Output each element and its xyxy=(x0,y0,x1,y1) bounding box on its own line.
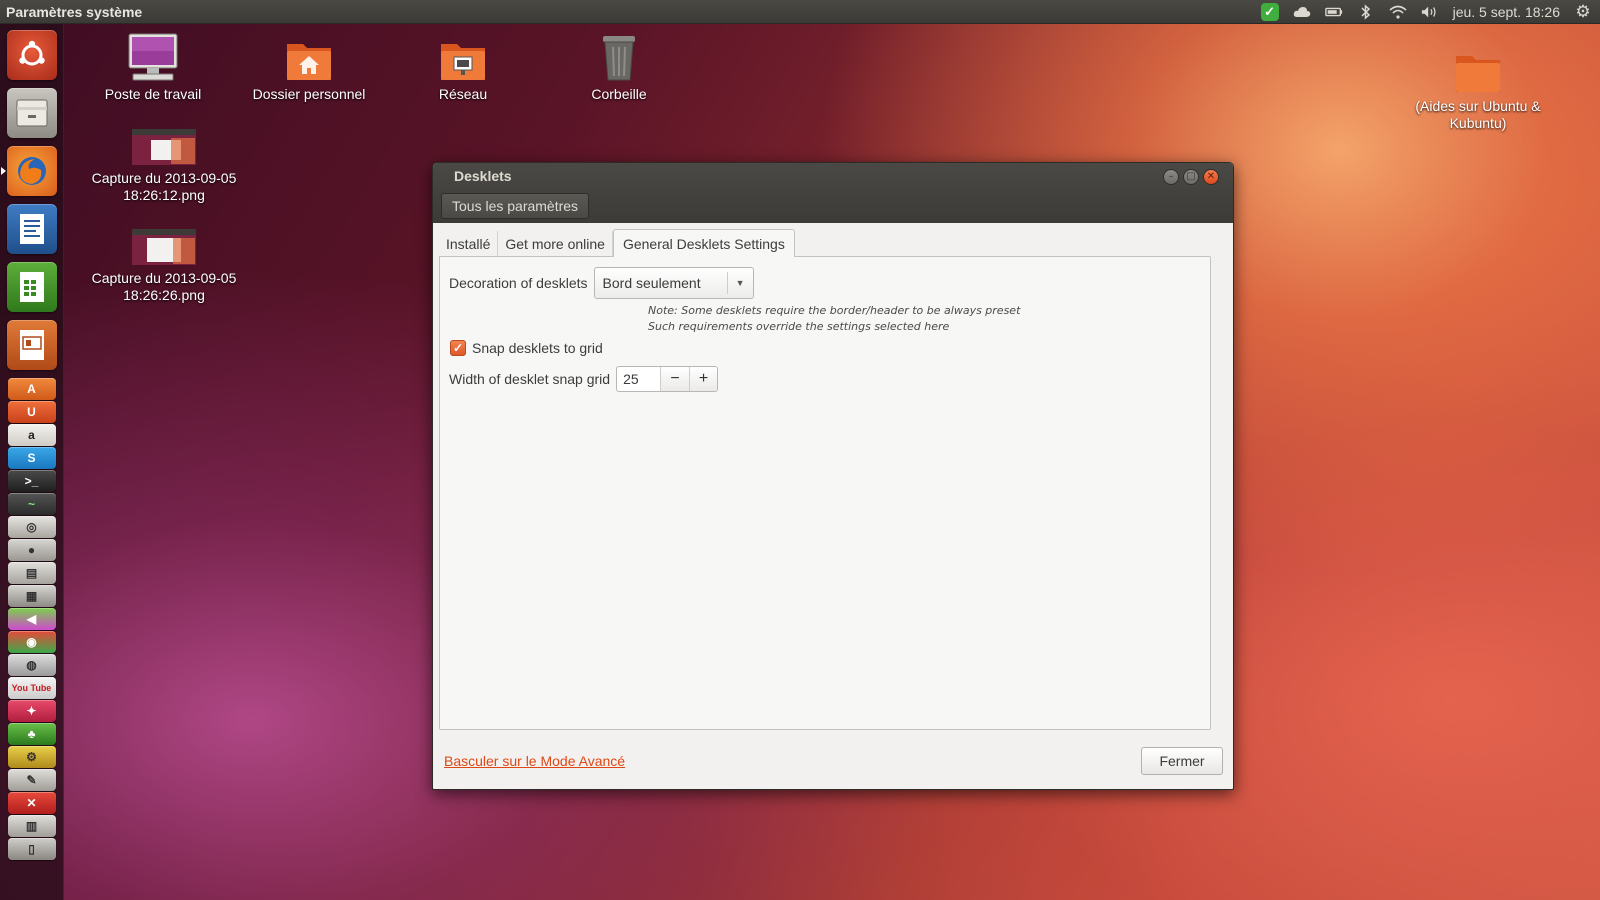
amazon-icon[interactable]: a xyxy=(7,424,56,446)
image-file-icon xyxy=(132,129,196,165)
disc-icon[interactable]: ◎ xyxy=(7,516,56,538)
firefox-icon[interactable] xyxy=(0,146,57,196)
gift-icon[interactable]: ✦ xyxy=(7,700,56,722)
snap-checkbox[interactable]: ✓ xyxy=(450,340,466,356)
file-manager-icon[interactable] xyxy=(6,88,57,138)
tab-general-settings[interactable]: General Desklets Settings xyxy=(612,229,795,257)
chevron-down-icon: ▼ xyxy=(726,272,753,294)
media-player-icon[interactable]: ● xyxy=(7,539,56,561)
skype-icon[interactable]: S xyxy=(7,447,56,469)
width-row: Width of desklet snap grid 25 − + xyxy=(449,366,719,392)
note-line-2: Such requirements override the settings … xyxy=(648,320,950,333)
workspace-switcher-icon[interactable]: ▥ xyxy=(7,815,56,837)
decoration-note: Note: Some desklets require the border/h… xyxy=(648,303,1020,335)
sharing-icon[interactable]: ◀ xyxy=(7,608,56,630)
desktop-icon-label: Capture du 2013-09-05 18:26:12.png xyxy=(91,170,237,203)
folder-icon xyxy=(1456,56,1500,92)
calc-icon[interactable] xyxy=(6,262,57,312)
system-tray: ✓ jeu. 5 sept. 18:26 ⚙ xyxy=(1260,0,1592,24)
printer-icon[interactable]: ▤ xyxy=(7,562,56,584)
system-monitor-icon[interactable]: ~ xyxy=(7,493,56,515)
desktop-icon-label: Poste de travail xyxy=(104,86,202,102)
desklets-window: Desklets – □ ✕ Tous les paramètres Insta… xyxy=(432,162,1234,790)
software-center-icon[interactable]: A xyxy=(7,378,56,400)
decoration-row: Decoration of desklets Bord seulement ▼ xyxy=(449,267,754,299)
desktop-icon-label: Capture du 2013-09-05 18:26:26.png xyxy=(91,270,237,303)
close-button[interactable]: Fermer xyxy=(1141,747,1223,775)
desktop-icon-trash[interactable]: Corbeille xyxy=(544,32,694,103)
volume-icon[interactable] xyxy=(1421,3,1439,21)
snap-row: ✓ Snap desklets to grid xyxy=(450,340,603,356)
desktop-icon-home[interactable]: Dossier personnel xyxy=(234,38,384,103)
dash-home-icon[interactable] xyxy=(6,30,57,80)
desktop-icon-label: Réseau xyxy=(438,86,488,102)
decoration-combo[interactable]: Bord seulement ▼ xyxy=(593,267,754,299)
computer-icon xyxy=(128,33,178,81)
window-controls: – □ ✕ xyxy=(1163,169,1219,185)
desktop-icon-label: Dossier personnel xyxy=(252,86,366,102)
maximize-icon[interactable]: □ xyxy=(1183,169,1199,185)
trash-icon xyxy=(603,36,635,81)
top-panel: Paramètres système ✓ jeu. 5 sept. 18:26 … xyxy=(0,0,1600,24)
wrench-icon[interactable]: ✎ xyxy=(7,769,56,791)
red-app-icon[interactable]: ✕ xyxy=(7,792,56,814)
tab-installed[interactable]: Installé xyxy=(439,231,499,257)
width-input[interactable]: 25 xyxy=(617,367,662,391)
decoration-value: Bord seulement xyxy=(602,275,701,291)
close-icon[interactable]: ✕ xyxy=(1203,169,1219,185)
clock[interactable]: jeu. 5 sept. 18:26 xyxy=(1453,4,1560,20)
update-check-icon[interactable]: ✓ xyxy=(1260,3,1279,21)
running-indicator-icon xyxy=(0,167,6,175)
desktop-icon-help-folder[interactable]: (Aides sur Ubuntu & Kubuntu) xyxy=(1403,50,1553,132)
sound-recorder-icon[interactable]: ◍ xyxy=(7,654,56,676)
settings-panel: Decoration of desklets Bord seulement ▼ … xyxy=(439,256,1211,730)
bluetooth-icon[interactable] xyxy=(1357,3,1375,21)
desktop-icon-label: Corbeille xyxy=(591,86,647,102)
width-label: Width of desklet snap grid xyxy=(449,371,611,387)
snap-label[interactable]: Snap desklets to grid xyxy=(472,340,603,356)
impress-icon[interactable] xyxy=(6,320,57,370)
window-titlebar[interactable]: Desklets – □ ✕ Tous les paramètres xyxy=(433,163,1233,223)
writer-icon[interactable] xyxy=(6,204,57,254)
width-stepper: 25 − + xyxy=(616,366,719,392)
decoration-label: Decoration of desklets xyxy=(449,275,588,291)
desktop-icon-label: (Aides sur Ubuntu & Kubuntu) xyxy=(1415,98,1541,131)
all-settings-button[interactable]: Tous les paramètres xyxy=(441,193,590,219)
network-folder-icon xyxy=(441,44,485,80)
increment-button[interactable]: + xyxy=(689,367,718,391)
decrement-button[interactable]: − xyxy=(661,367,690,391)
desktop-icon-capture2[interactable]: Capture du 2013-09-05 18:26:26.png xyxy=(89,228,239,304)
terminal-icon[interactable]: >_ xyxy=(7,470,56,492)
app-title: Paramètres système xyxy=(6,3,143,20)
settings-tool-icon[interactable]: ⚙ xyxy=(7,746,56,768)
tab-bar: Installé Get more online General Desklet… xyxy=(439,229,795,257)
ubuntu-one-icon[interactable]: U xyxy=(7,401,56,423)
gear-icon[interactable]: ⚙ xyxy=(1574,2,1592,21)
game-icon[interactable]: ♣ xyxy=(7,723,56,745)
cloud-icon[interactable] xyxy=(1293,3,1311,21)
wifi-icon[interactable] xyxy=(1389,3,1407,21)
tab-get-more-online[interactable]: Get more online xyxy=(498,231,613,257)
window-title: Desklets xyxy=(454,168,512,184)
desktop-icon-capture1[interactable]: Capture du 2013-09-05 18:26:12.png xyxy=(89,128,239,204)
advanced-mode-link[interactable]: Basculer sur le Mode Avancé xyxy=(444,753,625,769)
keyboard-icon[interactable]: ▦ xyxy=(7,585,56,607)
desktop-icon-computer[interactable]: Poste de travail xyxy=(78,32,228,103)
youtube-icon[interactable]: You Tube xyxy=(7,677,56,699)
battery-icon[interactable] xyxy=(1324,3,1343,21)
desktop-icon-network[interactable]: Réseau xyxy=(388,38,538,103)
minimize-icon[interactable]: – xyxy=(1163,169,1179,185)
image-file-icon xyxy=(132,229,196,265)
launcher: A U a S >_ ~ ◎ ● ▤ ▦ ◀ ◉ ◍ You Tube ✦ ♣ … xyxy=(0,24,64,900)
home-folder-icon xyxy=(287,44,331,80)
trash-launcher-icon[interactable]: ▯ xyxy=(7,838,56,860)
note-line-1: Note: Some desklets require the border/h… xyxy=(648,304,1021,317)
chrome-icon[interactable]: ◉ xyxy=(7,631,56,653)
